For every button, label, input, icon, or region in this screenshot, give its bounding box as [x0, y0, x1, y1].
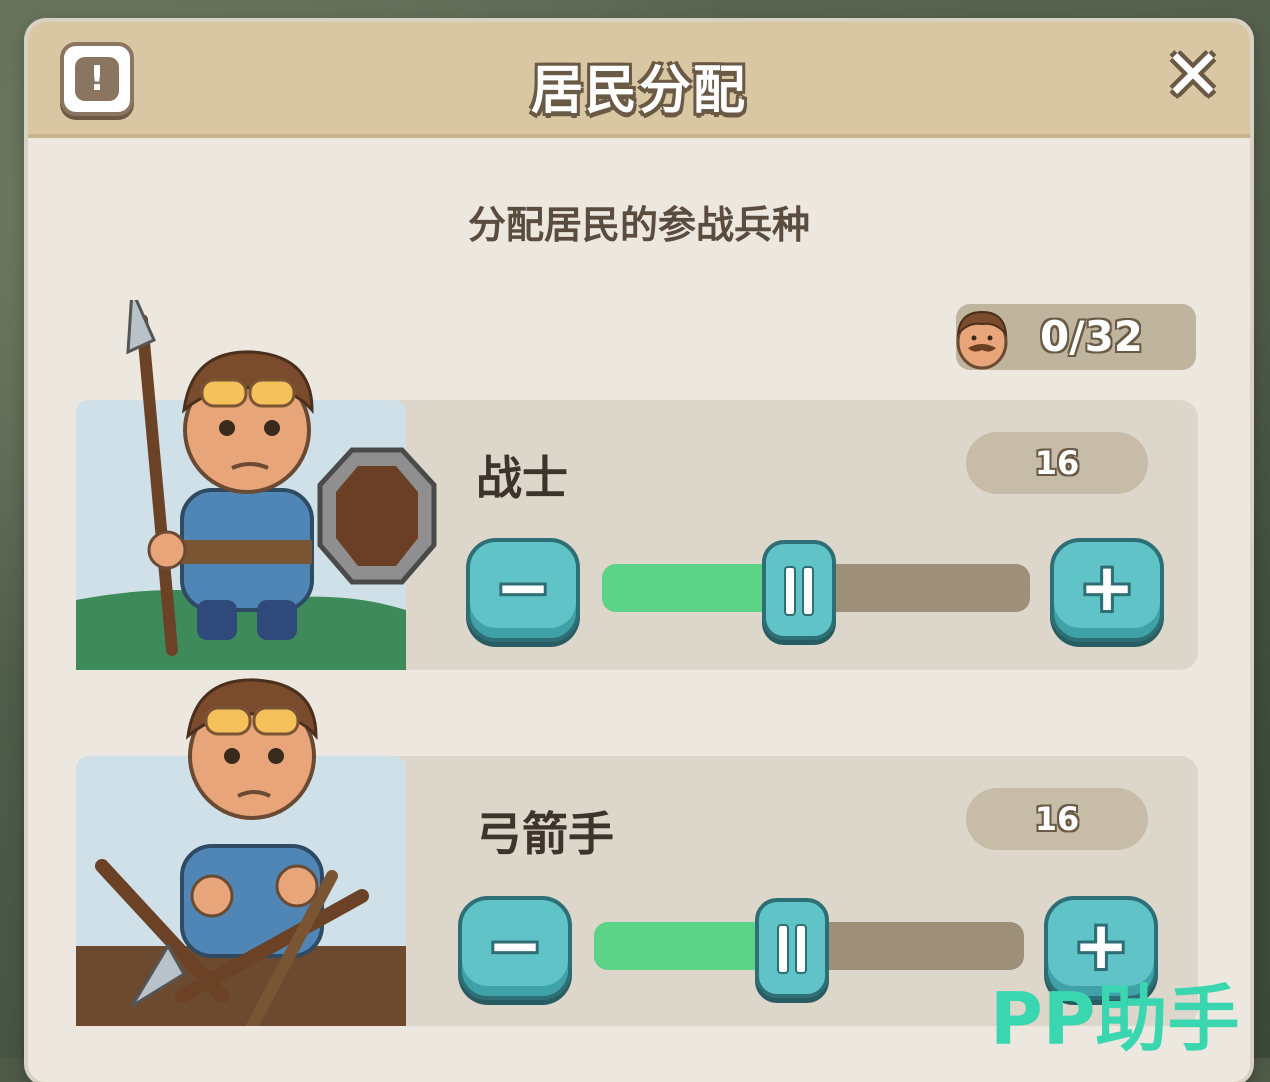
minus-icon: −: [487, 907, 543, 984]
villager-face-icon: [956, 310, 1008, 370]
unit-row-warrior: 战士 16 − +: [76, 300, 1198, 670]
close-button[interactable]: ✕: [1158, 40, 1228, 110]
minus-icon: −: [495, 549, 551, 626]
unit-count-badge: 16: [966, 432, 1148, 494]
spearman-shield-portrait: [76, 300, 437, 670]
dialog-header: ! 居民分配 ✕: [28, 22, 1250, 138]
archer-arrows-portrait: [76, 678, 406, 1026]
decrease-button[interactable]: −: [466, 538, 580, 642]
watermark: PP助手: [990, 977, 1240, 1061]
plus-icon: +: [1079, 549, 1135, 626]
grip-line-icon: [802, 566, 814, 616]
grip-line-icon: [777, 924, 789, 974]
slider-thumb[interactable]: [755, 898, 829, 998]
grip-line-icon: [795, 924, 807, 974]
decrease-button[interactable]: −: [458, 896, 572, 1000]
slider-thumb[interactable]: [762, 540, 836, 640]
unit-name: 弓箭手: [476, 807, 614, 861]
unit-count-badge: 16: [966, 788, 1148, 850]
dialog-title: 居民分配: [530, 61, 747, 121]
dialog-subtitle: 分配居民的参战兵种: [467, 203, 810, 247]
resident-allocation-dialog: ! 居民分配 ✕ 分配居民的参战兵种 0/32 战士 16 − + 弓箭手 16…: [28, 22, 1250, 1082]
grip-line-icon: [784, 566, 796, 616]
allocation-slider[interactable]: [602, 540, 1030, 640]
increase-button[interactable]: +: [1050, 538, 1164, 642]
allocation-slider[interactable]: [594, 898, 1024, 998]
unit-name: 战士: [476, 451, 568, 505]
population-count: 0/32: [1040, 312, 1144, 361]
population-badge: 0/32: [956, 304, 1196, 370]
